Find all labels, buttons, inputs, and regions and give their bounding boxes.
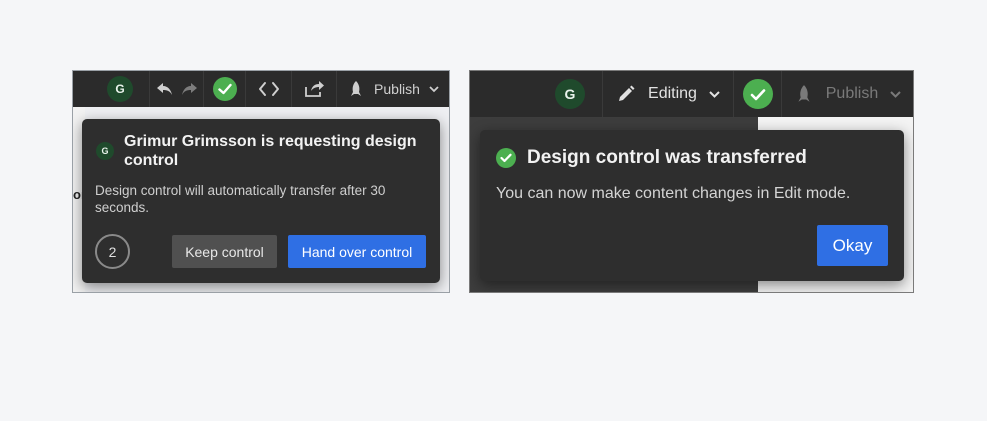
rocket-icon (351, 81, 362, 96)
success-check-icon (496, 148, 516, 168)
design-control-transferred-dialog: Design control was transferred You can n… (480, 130, 904, 281)
designer-toolbar: G Editing Publish (470, 71, 913, 117)
chevron-down-icon (429, 85, 439, 92)
dialog-header: G Grimur Grimsson is requesting design c… (96, 132, 428, 170)
publish-label: Publish (825, 85, 879, 102)
undo-redo-group (149, 71, 203, 107)
avatar-initial: G (564, 86, 576, 102)
status-slot (203, 71, 245, 107)
designer-toolbar: G Publish (73, 71, 449, 107)
rocket-icon (798, 85, 810, 102)
publish-label: Publish (374, 81, 420, 97)
pencil-icon (619, 85, 635, 101)
hand-over-control-button[interactable]: Hand over control (288, 235, 426, 268)
avatar-initial: G (115, 82, 125, 96)
mode-label: Editing (648, 85, 697, 102)
dialog-title: Grimur Grimsson is requesting design con… (124, 133, 417, 169)
request-screenshot-panel: G Publish oı G Grimur Grimsson is reques… (72, 70, 450, 293)
design-control-request-dialog: G Grimur Grimsson is requesting design c… (82, 119, 440, 283)
undo-icon[interactable] (156, 82, 174, 96)
okay-button[interactable]: Okay (817, 225, 888, 266)
countdown-value: 2 (108, 243, 117, 260)
keep-control-button[interactable]: Keep control (172, 235, 277, 268)
publish-menu[interactable]: Publish (781, 71, 913, 117)
code-slot (245, 71, 291, 107)
requester-avatar: G (96, 142, 114, 160)
avatar[interactable]: G (555, 79, 585, 109)
redo-icon[interactable] (180, 82, 198, 96)
chevron-down-icon (709, 90, 720, 98)
share-slot (291, 71, 336, 107)
avatar[interactable]: G (107, 76, 133, 102)
dialog-message: You can now make content changes in Edit… (496, 185, 851, 202)
collaborator-avatar-slot: G (470, 71, 602, 117)
dialog-message: Design control will automatically transf… (95, 183, 386, 215)
countdown-timer: 2 (95, 234, 130, 269)
transferred-screenshot-panel: G Editing Publish Design control was tra… (469, 70, 914, 293)
saved-status-check-icon (212, 77, 237, 101)
collaborator-avatar-slot: G (73, 71, 149, 107)
mode-menu[interactable]: Editing (602, 71, 733, 117)
chevron-down-icon (890, 90, 901, 98)
code-icon[interactable] (258, 81, 280, 97)
dialog-header: Design control was transferred (496, 147, 807, 169)
publish-menu[interactable]: Publish (336, 71, 449, 107)
share-icon[interactable] (303, 80, 325, 98)
requester-avatar-initial: G (101, 146, 109, 156)
dialog-title: Design control was transferred (527, 147, 807, 168)
saved-status-check-icon (742, 79, 773, 109)
status-slot (733, 71, 781, 117)
